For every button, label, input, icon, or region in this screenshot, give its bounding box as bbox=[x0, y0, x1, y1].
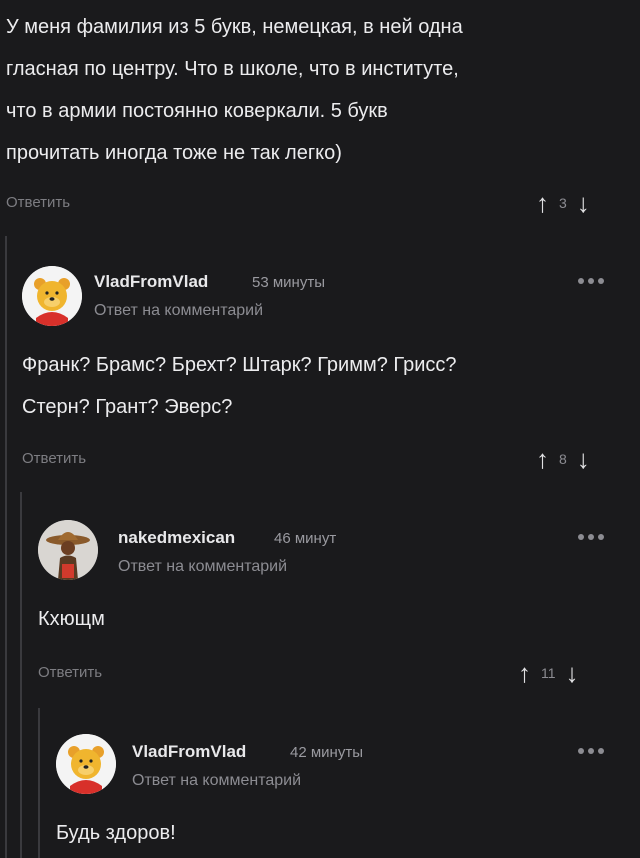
vote-count: 3 bbox=[559, 195, 567, 211]
sombrero-man-avatar-icon bbox=[38, 520, 98, 580]
thread-line bbox=[20, 492, 22, 858]
avatar[interactable] bbox=[38, 520, 98, 580]
vote-count: 11 bbox=[541, 665, 556, 681]
vote-control: ↑ 11 ↓ bbox=[518, 660, 579, 686]
reply-button[interactable]: Ответить bbox=[38, 664, 102, 681]
thread-line bbox=[38, 708, 40, 858]
comment-line: У меня фамилия из 5 букв, немецкая, в не… bbox=[6, 16, 463, 38]
username[interactable]: VladFromVlad bbox=[94, 272, 208, 292]
more-dots-icon[interactable] bbox=[578, 278, 604, 284]
reply-to-label: Ответ на комментарий bbox=[94, 302, 264, 319]
winnie-pooh-avatar-icon bbox=[22, 266, 82, 326]
thread-line bbox=[5, 236, 7, 858]
comment-line: прочитать иногда тоже не так легко) bbox=[6, 142, 342, 164]
arrow-down-icon[interactable]: ↓ bbox=[577, 190, 590, 216]
arrow-up-icon[interactable]: ↑ bbox=[518, 660, 531, 686]
arrow-up-icon[interactable]: ↑ bbox=[536, 190, 549, 216]
comment-body: Будь здоров! bbox=[56, 812, 616, 854]
timestamp: 46 минут bbox=[274, 530, 337, 547]
more-dots-icon[interactable] bbox=[578, 534, 604, 540]
arrow-up-icon[interactable]: ↑ bbox=[536, 446, 549, 472]
comment-line: Франк? Брамс? Брехт? Штарк? Гримм? Грисс… bbox=[22, 354, 457, 376]
username[interactable]: nakedmexican bbox=[118, 528, 235, 548]
reply-to-label: Ответ на комментарий bbox=[132, 772, 302, 789]
comment-line: Будь здоров! bbox=[56, 822, 176, 844]
vote-count: 8 bbox=[559, 451, 567, 467]
arrow-down-icon[interactable]: ↓ bbox=[577, 446, 590, 472]
vote-control: ↑ 8 ↓ bbox=[536, 446, 590, 472]
timestamp: 53 минуты bbox=[252, 274, 325, 291]
comment-line: гласная по центру. Что в школе, что в ин… bbox=[6, 58, 459, 80]
more-dots-icon[interactable] bbox=[578, 748, 604, 754]
comment-line: что в армии постоянно коверкали. 5 букв bbox=[6, 100, 388, 122]
comment-body: Франк? Брамс? Брехт? Штарк? Гримм? Грисс… bbox=[22, 344, 622, 428]
avatar[interactable] bbox=[56, 734, 116, 794]
avatar[interactable] bbox=[22, 266, 82, 326]
reply-button[interactable]: Ответить bbox=[6, 194, 70, 211]
reply-to-label: Ответ на комментарий bbox=[118, 558, 288, 575]
comment-line: Кхющм bbox=[38, 608, 105, 630]
comment-line: Стерн? Грант? Эверс? bbox=[22, 396, 233, 418]
timestamp: 42 минуты bbox=[290, 744, 363, 761]
reply-button[interactable]: Ответить bbox=[22, 450, 86, 467]
username[interactable]: VladFromVlad bbox=[132, 742, 246, 762]
comments-page: У меня фамилия из 5 букв, немецкая, в не… bbox=[0, 0, 640, 858]
comment-body: Кхющм bbox=[38, 598, 618, 640]
comment-body: У меня фамилия из 5 букв, немецкая, в не… bbox=[6, 6, 626, 174]
winnie-pooh-avatar-icon bbox=[56, 734, 116, 794]
vote-control: ↑ 3 ↓ bbox=[536, 190, 590, 216]
arrow-down-icon[interactable]: ↓ bbox=[566, 660, 579, 686]
